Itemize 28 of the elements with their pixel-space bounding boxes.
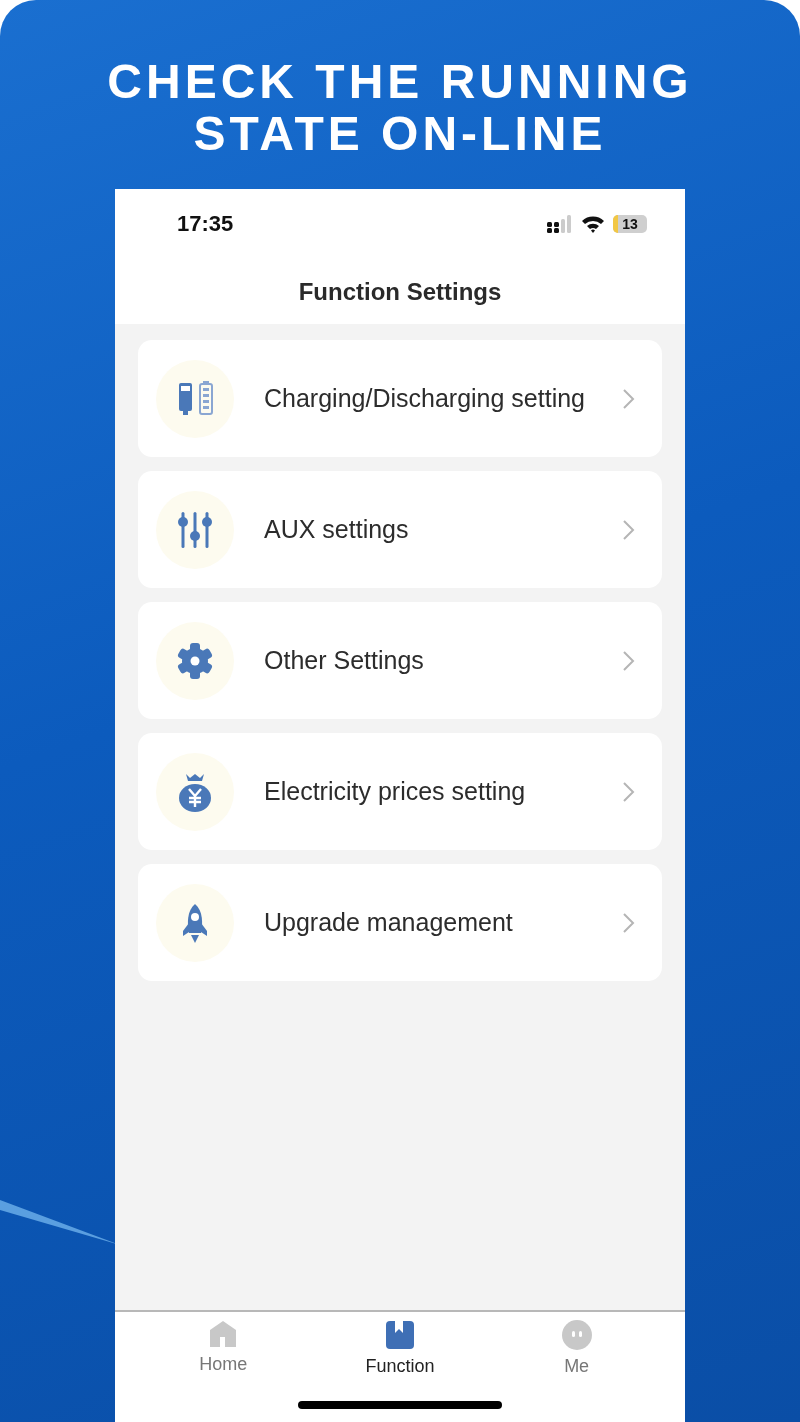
tab[interactable]: Function [340,1320,460,1377]
settings-label: Other Settings [264,645,425,676]
page-title: Function Settings [298,277,502,306]
status-time: 17:35 [177,211,234,237]
tab[interactable]: Me [516,1320,637,1377]
home-icon [208,1320,239,1348]
chevron-right-icon [622,387,636,410]
settings-item[interactable]: AUX settings [138,471,662,588]
chevron-right-icon [622,911,636,934]
settings-label: Charging/Discharging setting [264,383,586,414]
settings-label: Electricity prices setting [264,776,527,807]
battery-indicator: 13 [613,215,647,233]
wifi-icon [581,215,605,233]
face-icon [561,1320,592,1350]
settings-item[interactable]: Other Settings [138,602,662,719]
settings-label: Upgrade management [264,907,514,938]
settings-label: AUX settings [264,514,410,545]
headline: STATE ON-LINE [193,108,607,160]
signal-icon [547,214,573,234]
chevron-right-icon [622,780,636,803]
chevron-right-icon [622,518,636,541]
settings-item[interactable]: Electricity prices setting [138,733,662,850]
chevron-right-icon [622,649,636,672]
tab[interactable]: Home [163,1320,284,1377]
settings-item[interactable]: Charging/Discharging setting [138,340,662,457]
headline: CHECK THE RUNNING [107,56,693,108]
settings-item[interactable]: Upgrade management [138,864,662,981]
book-icon [385,1320,415,1350]
